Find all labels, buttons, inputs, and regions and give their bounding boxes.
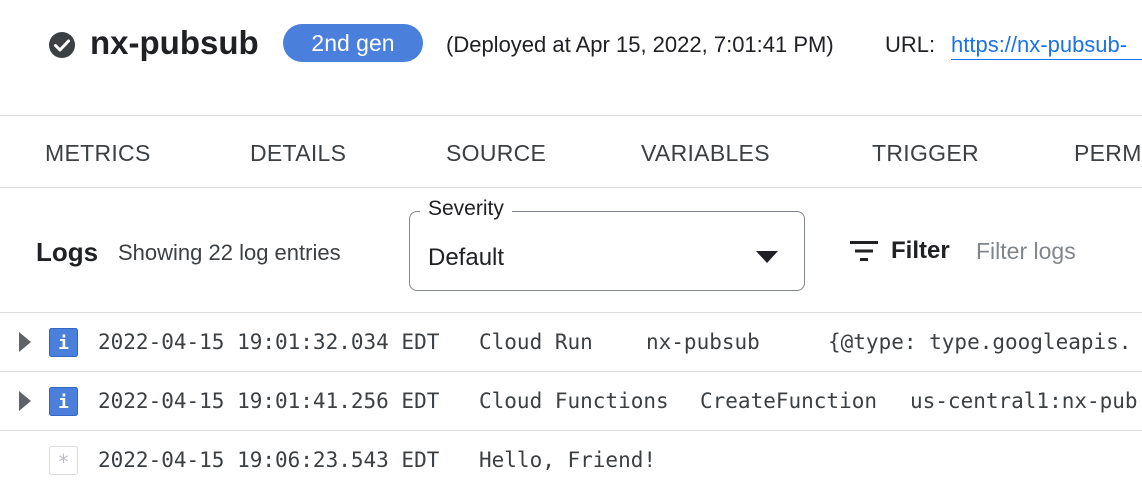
dropdown-arrow-icon[interactable] bbox=[756, 251, 778, 263]
filter-icon[interactable] bbox=[850, 240, 878, 262]
log-resource: Cloud Run bbox=[479, 330, 593, 354]
log-method: CreateFunction bbox=[700, 389, 878, 413]
log-row[interactable]: * 2022-04-15 19:06:23.543 EDT Hello, Fri… bbox=[0, 431, 1142, 488]
url-label: URL: bbox=[885, 32, 936, 57]
expand-arrow-icon[interactable] bbox=[18, 332, 32, 352]
log-resource: Cloud Functions bbox=[479, 389, 669, 413]
log-entry-count: Showing 22 log entries bbox=[118, 240, 341, 265]
svg-text:i: i bbox=[58, 392, 69, 413]
severity-label: Severity bbox=[420, 196, 512, 222]
log-row[interactable]: i 2022-04-15 19:01:32.034 EDT Cloud Run … bbox=[0, 313, 1142, 372]
info-severity-icon: i bbox=[49, 328, 78, 357]
log-payload: {@type: type.googleapis. bbox=[828, 330, 1132, 354]
logs-title: Logs bbox=[36, 237, 99, 267]
generation-badge: 2nd gen bbox=[283, 24, 423, 62]
log-timestamp: 2022-04-15 19:01:32.034 EDT bbox=[98, 330, 440, 354]
tab-variables[interactable]: VARIABLES bbox=[641, 139, 770, 167]
svg-text:*: * bbox=[59, 450, 69, 474]
default-severity-icon: * bbox=[49, 446, 78, 475]
log-timestamp: 2022-04-15 19:01:41.256 EDT bbox=[98, 389, 440, 413]
function-name: nx-pubsub bbox=[90, 24, 259, 61]
tab-details[interactable]: DETAILS bbox=[250, 139, 346, 167]
tab-bar: METRICS DETAILS SOURCE VARIABLES TRIGGER… bbox=[0, 116, 1142, 188]
deployed-timestamp: (Deployed at Apr 15, 2022, 7:01:41 PM) bbox=[446, 32, 834, 57]
filter-label[interactable]: Filter bbox=[891, 236, 950, 266]
log-payload: us-central1:nx-pub bbox=[910, 389, 1138, 413]
expand-arrow-icon[interactable] bbox=[18, 391, 32, 411]
tab-trigger[interactable]: TRIGGER bbox=[872, 139, 979, 167]
tab-source[interactable]: SOURCE bbox=[446, 139, 546, 167]
tab-metrics[interactable]: METRICS bbox=[45, 139, 151, 167]
log-timestamp: 2022-04-15 19:06:23.543 EDT bbox=[98, 448, 440, 472]
severity-value[interactable]: Default bbox=[428, 243, 504, 273]
function-header: nx-pubsub 2nd gen (Deployed at Apr 15, 2… bbox=[0, 0, 1142, 116]
info-severity-icon: i bbox=[49, 387, 78, 416]
function-url-link[interactable]: https://nx-pubsub- bbox=[951, 31, 1142, 60]
svg-text:i: i bbox=[58, 333, 69, 354]
log-row[interactable]: i 2022-04-15 19:01:41.256 EDT Cloud Func… bbox=[0, 372, 1142, 431]
log-message: Hello, Friend! bbox=[479, 448, 657, 472]
log-service: nx-pubsub bbox=[646, 330, 760, 354]
filter-logs-input[interactable] bbox=[976, 234, 1142, 268]
cloud-function-page: nx-pubsub 2nd gen (Deployed at Apr 15, 2… bbox=[0, 0, 1142, 488]
check-circle-icon bbox=[49, 32, 75, 58]
tab-permissions[interactable]: PERM bbox=[1074, 139, 1142, 167]
